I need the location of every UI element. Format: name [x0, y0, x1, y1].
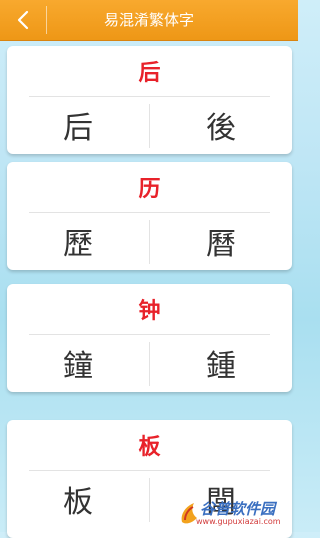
option-left[interactable]: 后 — [7, 98, 149, 152]
option-right[interactable]: 後 — [150, 98, 292, 152]
watermark-url: www.gupuxiazai.com — [196, 517, 281, 526]
option-right[interactable]: 曆 — [150, 214, 292, 268]
card-character: 后 — [138, 61, 161, 86]
card-list: 后 后 後 历 歷 曆 钟 鐘 鍾 板 板 闆 — [0, 0, 298, 538]
character-card: 后 后 後 — [7, 46, 292, 154]
card-divider — [29, 96, 270, 97]
option-left[interactable]: 鐘 — [7, 336, 149, 390]
watermark-brand: 谷普软件园 — [200, 500, 276, 518]
option-left[interactable]: 板 — [7, 472, 149, 526]
card-character: 钟 — [138, 299, 161, 324]
card-character: 板 — [138, 435, 161, 460]
option-right[interactable]: 鍾 — [150, 336, 292, 390]
card-divider — [29, 212, 270, 213]
card-character: 历 — [138, 177, 161, 202]
option-left[interactable]: 歷 — [7, 214, 149, 268]
character-card: 历 歷 曆 — [7, 162, 292, 270]
character-card: 钟 鐘 鍾 — [7, 284, 292, 392]
watermark: 谷普软件园 www.gupuxiazai.com — [178, 498, 294, 530]
card-divider — [29, 470, 270, 471]
card-divider — [29, 334, 270, 335]
